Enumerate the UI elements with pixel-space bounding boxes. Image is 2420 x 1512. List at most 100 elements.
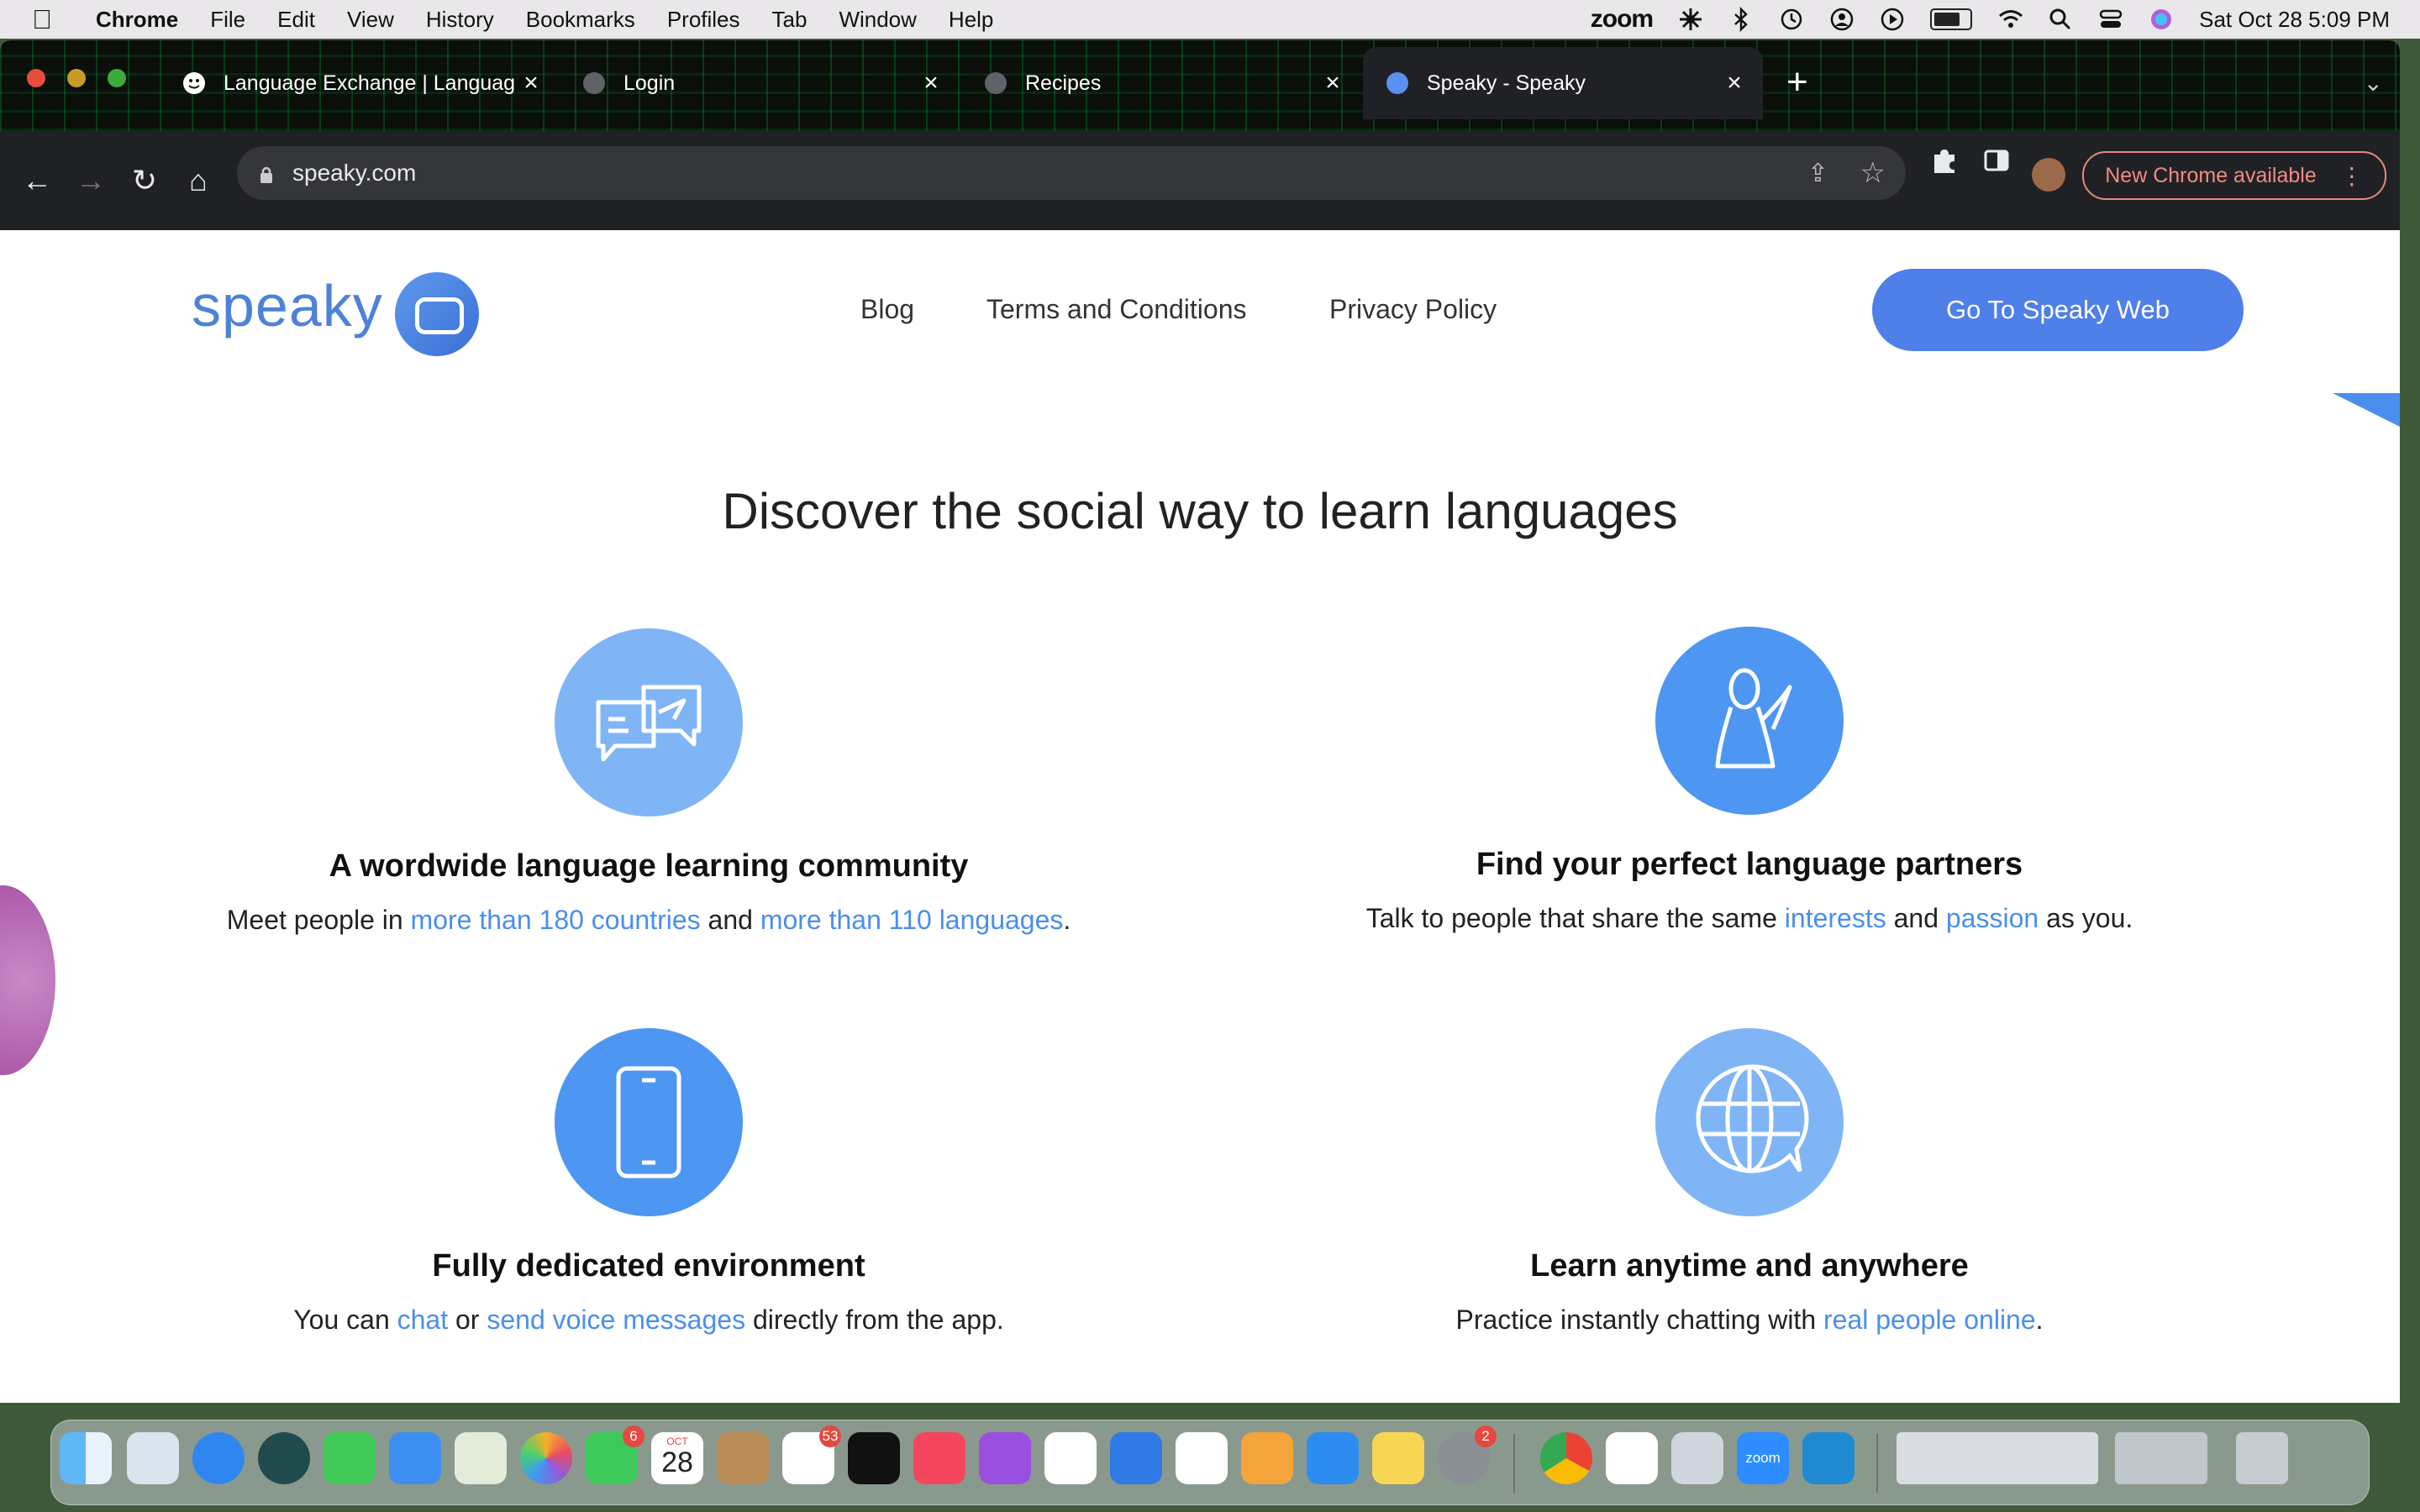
system-settings-icon[interactable]: 2	[1438, 1425, 1497, 1484]
contacts-icon[interactable]	[717, 1432, 769, 1484]
zoom-app-icon[interactable]: zoom	[1737, 1432, 1789, 1484]
tab-login[interactable]: Login ×	[560, 47, 960, 119]
share-icon[interactable]: ⇪	[1807, 159, 1828, 188]
dock-separator	[1876, 1434, 1878, 1493]
reload-icon[interactable]: ↻	[118, 163, 171, 198]
window-minimize-button[interactable]	[67, 69, 86, 87]
passion-link[interactable]: passion	[1946, 903, 2039, 933]
flower-status-icon[interactable]	[1678, 7, 1703, 32]
window-zoom-button[interactable]	[108, 69, 126, 87]
lock-icon[interactable]	[259, 165, 274, 183]
wifi-icon[interactable]	[1997, 7, 2023, 32]
profile-avatar[interactable]	[2032, 158, 2065, 192]
clock-datetime[interactable]: Sat Oct 28 5:09 PM	[2199, 7, 2390, 33]
menu-profiles[interactable]: Profiles	[667, 7, 740, 33]
speaky-logo-text[interactable]: speaky	[192, 272, 383, 339]
tab-recipes[interactable]: Recipes ×	[961, 47, 1361, 119]
nav-terms-link[interactable]: Terms and Conditions	[986, 294, 1246, 325]
pages-icon[interactable]	[1241, 1432, 1293, 1484]
menu-history[interactable]: History	[426, 7, 494, 33]
apple-tv-icon[interactable]	[848, 1432, 900, 1484]
menu-edit[interactable]: Edit	[277, 7, 315, 33]
notes-icon[interactable]	[1372, 1432, 1424, 1484]
window-close-button[interactable]	[27, 69, 45, 87]
chrome-icon[interactable]	[1540, 1432, 1592, 1484]
menu-file[interactable]: File	[210, 7, 245, 33]
menu-window[interactable]: Window	[839, 7, 916, 33]
numbers-icon[interactable]	[1176, 1432, 1228, 1484]
tab-close-icon[interactable]: ×	[514, 69, 548, 97]
tab-close-icon[interactable]: ×	[1316, 69, 1349, 97]
side-panel-icon[interactable]	[1983, 146, 2010, 181]
calendar-icon[interactable]: OCT 28	[651, 1432, 703, 1484]
launchpad-icon[interactable]	[127, 1432, 179, 1484]
podcasts-icon[interactable]	[979, 1432, 1031, 1484]
siri-icon[interactable]	[2149, 7, 2174, 32]
kebab-menu-icon[interactable]: ⋮	[2340, 162, 2364, 190]
real-people-online-link[interactable]: real people online	[1823, 1305, 2036, 1335]
settings-badge: 2	[1475, 1425, 1497, 1447]
vscode-icon[interactable]	[1802, 1432, 1854, 1484]
music-icon[interactable]	[913, 1432, 965, 1484]
feature-description: Practice instantly chatting with real pe…	[1203, 1305, 2296, 1336]
slack-icon[interactable]	[1606, 1432, 1658, 1484]
tab-close-icon[interactable]: ×	[1718, 69, 1751, 97]
menu-view[interactable]: View	[347, 7, 394, 33]
zoom-status-label[interactable]: zoom	[1591, 5, 1654, 34]
news-icon[interactable]	[1044, 1432, 1097, 1484]
nav-privacy-link[interactable]: Privacy Policy	[1329, 294, 1497, 325]
bluetooth-icon[interactable]	[1728, 6, 1754, 33]
minimized-windows-thumbnails[interactable]	[2115, 1432, 2207, 1484]
back-arrow-icon[interactable]: ←	[10, 163, 64, 198]
tab-search-chevron-icon[interactable]: ⌄	[2364, 69, 2383, 97]
photos-icon[interactable]	[520, 1432, 572, 1484]
menu-tab[interactable]: Tab	[772, 7, 808, 33]
play-status-icon[interactable]	[1880, 7, 1905, 32]
time-machine-icon[interactable]	[1779, 7, 1804, 32]
url-text[interactable]: speaky.com	[292, 160, 416, 186]
messages-icon[interactable]	[324, 1432, 376, 1484]
menu-help[interactable]: Help	[949, 7, 993, 33]
chat-link[interactable]: chat	[397, 1305, 448, 1335]
go-to-speaky-web-button[interactable]: Go To Speaky Web	[1872, 269, 2244, 351]
reminders-icon[interactable]: 53	[782, 1425, 841, 1484]
languages-link[interactable]: more than 110 languages	[760, 905, 1064, 935]
voice-messages-link[interactable]: send voice messages	[487, 1305, 745, 1335]
mail-icon[interactable]	[389, 1432, 441, 1484]
apple-icon[interactable]: 	[32, 5, 57, 34]
battery-icon[interactable]	[1930, 8, 1973, 30]
address-bar[interactable]: speaky.com ⇪ ☆	[237, 146, 1906, 200]
extensions-puzzle-icon[interactable]	[1931, 146, 1958, 181]
bookmark-star-icon[interactable]: ☆	[1860, 156, 1886, 190]
finder-icon[interactable]	[60, 1432, 112, 1484]
preview-icon[interactable]	[1671, 1432, 1723, 1484]
tab-language-exchange[interactable]: Language Exchange | Languag ×	[160, 47, 560, 119]
forward-arrow-icon[interactable]: →	[64, 163, 118, 198]
trash-icon[interactable]	[2236, 1432, 2288, 1484]
new-chrome-available-button[interactable]: New Chrome available ⋮	[2082, 151, 2386, 200]
tab-close-icon[interactable]: ×	[914, 69, 948, 97]
minimized-windows-thumbnails[interactable]	[1897, 1432, 2098, 1484]
app-store-icon[interactable]	[1307, 1432, 1359, 1484]
keynote-icon[interactable]	[1110, 1432, 1162, 1484]
spotlight-search-icon[interactable]	[2048, 7, 2073, 32]
speaky-logo-icon[interactable]	[395, 272, 479, 356]
facetime-icon[interactable]: 6	[586, 1425, 644, 1484]
globe-icon	[985, 72, 1007, 94]
desc-text: You can	[293, 1305, 397, 1335]
tab-speaky[interactable]: Speaky - Speaky ×	[1363, 47, 1763, 119]
menu-app-name[interactable]: Chrome	[96, 7, 178, 33]
reminders-badge: 53	[819, 1425, 841, 1447]
dock-separator	[1513, 1434, 1515, 1493]
home-icon[interactable]: ⌂	[171, 163, 225, 198]
safari-icon[interactable]	[192, 1432, 245, 1484]
interests-link[interactable]: interests	[1785, 903, 1886, 933]
control-center-icon[interactable]	[2098, 7, 2123, 32]
maps-icon[interactable]	[455, 1432, 507, 1484]
menu-bookmarks[interactable]: Bookmarks	[526, 7, 635, 33]
time-machine-app-icon[interactable]	[258, 1432, 310, 1484]
nav-blog-link[interactable]: Blog	[860, 294, 914, 325]
new-tab-plus-icon[interactable]: +	[1786, 64, 1808, 101]
countries-link[interactable]: more than 180 countries	[411, 905, 701, 935]
user-status-icon[interactable]	[1829, 7, 1854, 32]
